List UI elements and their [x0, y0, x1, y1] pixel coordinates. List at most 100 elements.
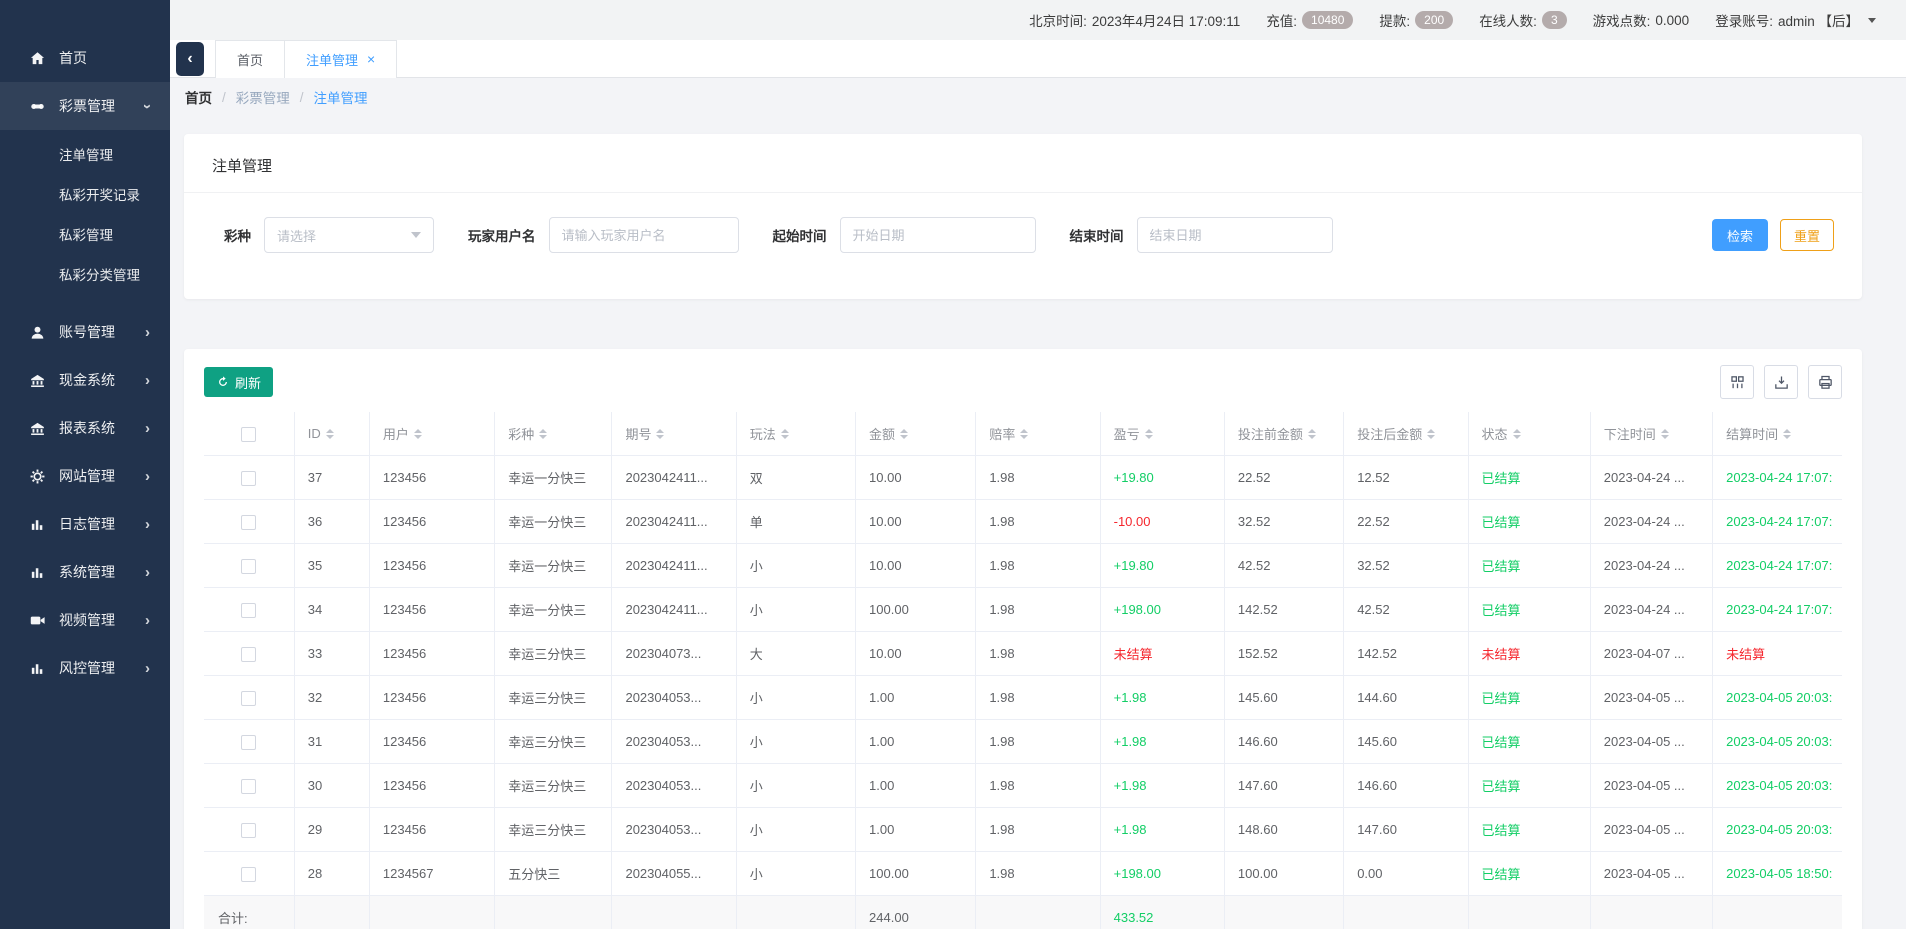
row-checkbox[interactable] — [241, 735, 256, 750]
cell-balance-after: 145.60 — [1344, 720, 1468, 764]
column-header-play[interactable]: 玩法 — [736, 412, 855, 456]
sort-icon[interactable] — [539, 429, 547, 439]
sidebar-item-cash-system[interactable]: 现金系统› — [0, 356, 170, 404]
sort-icon[interactable] — [1427, 429, 1435, 439]
sidebar-subitem-private-lottery-categories[interactable]: 私彩分类管理 — [0, 256, 170, 296]
sidebar-item-log-management[interactable]: 日志管理› — [0, 500, 170, 548]
column-header-status[interactable]: 状态 — [1468, 412, 1590, 456]
sort-icon[interactable] — [1308, 429, 1316, 439]
row-checkbox[interactable] — [241, 647, 256, 662]
time-value: 2023年4月24日 17:09:11 — [1092, 10, 1240, 30]
close-icon[interactable]: × — [367, 51, 375, 67]
sort-icon[interactable] — [414, 429, 422, 439]
row-checkbox[interactable] — [241, 691, 256, 706]
row-checkbox[interactable] — [241, 867, 256, 882]
filter-card: 注单管理 彩种请选择玩家用户名起始时间结束时间 检索 重置 — [184, 134, 1862, 299]
sidebar-item-home[interactable]: 首页 — [0, 34, 170, 82]
row-checkbox[interactable] — [241, 779, 256, 794]
chevron-right-icon: › — [145, 421, 150, 436]
cell-profit: 未结算 — [1100, 632, 1224, 676]
sidebar-item-video-management[interactable]: 视频管理› — [0, 596, 170, 644]
cell-settle-time: 2023-04-24 17:07: — [1713, 456, 1842, 500]
column-header-profit[interactable]: 盈亏 — [1100, 412, 1224, 456]
lottery-type-select[interactable]: 请选择 — [264, 217, 434, 253]
columns-button[interactable] — [1720, 365, 1754, 399]
search-button[interactable]: 检索 — [1712, 219, 1768, 251]
sidebar-subitem-private-draw-records[interactable]: 私彩开奖记录 — [0, 176, 170, 216]
tab-home[interactable]: 首页 — [215, 40, 285, 78]
sidebar-subitem-private-lottery-management[interactable]: 私彩管理 — [0, 216, 170, 256]
sort-icon[interactable] — [1661, 429, 1669, 439]
cell-balance-before: 148.60 — [1224, 808, 1343, 852]
column-header-odds[interactable]: 赔率 — [976, 412, 1100, 456]
row-checkbox[interactable] — [241, 603, 256, 618]
account-menu[interactable]: 登录账号:admin 【后】 — [1715, 10, 1876, 30]
row-checkbox-cell — [204, 500, 294, 544]
cell-balance-after: 142.52 — [1344, 632, 1468, 676]
breadcrumb-item[interactable]: 首页 — [185, 87, 212, 107]
sort-icon[interactable] — [1513, 429, 1521, 439]
cell-issue: 2023042411... — [612, 588, 736, 632]
table-header-row: ID用户彩种期号玩法金额赔率盈亏投注前金额 投注后金额状态下注时间结算时间 — [204, 412, 1842, 456]
table-row: 35123456幸运一分快三2023042411...小10.001.98+19… — [204, 544, 1842, 588]
column-header-amount[interactable]: 金额 — [856, 412, 976, 456]
row-checkbox[interactable] — [241, 515, 256, 530]
column-header-bet-time[interactable]: 下注时间 — [1590, 412, 1712, 456]
sidebar-item-system-management[interactable]: 系统管理› — [0, 548, 170, 596]
start-time-input[interactable] — [840, 217, 1036, 253]
breadcrumb-item[interactable]: 注单管理 — [314, 87, 368, 107]
sort-icon[interactable] — [1783, 429, 1791, 439]
filter-group-player-username: 玩家用户名 — [468, 217, 739, 253]
cell-settle-time: 2023-04-05 18:50: — [1713, 852, 1842, 896]
sort-icon[interactable] — [1145, 429, 1153, 439]
sort-icon[interactable] — [900, 429, 908, 439]
end-time-input[interactable] — [1137, 217, 1333, 253]
column-header-issue[interactable]: 期号 — [612, 412, 736, 456]
sidebar-menu: 首页彩票管理›注单管理私彩开奖记录私彩管理私彩分类管理账号管理›现金系统›报表系… — [0, 0, 170, 692]
sidebar-item-label: 报表系统 — [59, 418, 145, 438]
chevron-right-icon: › — [145, 613, 150, 628]
cell-lottery: 幸运三分快三 — [495, 764, 612, 808]
filter-form: 彩种请选择玩家用户名起始时间结束时间 检索 重置 — [184, 193, 1862, 299]
cell-balance-before: 100.00 — [1224, 852, 1343, 896]
export-button[interactable] — [1764, 365, 1798, 399]
sidebar-item-site-management[interactable]: 网站管理› — [0, 452, 170, 500]
cell-issue: 2023042411... — [612, 544, 736, 588]
sort-icon[interactable] — [1020, 429, 1028, 439]
player-username-input[interactable] — [549, 217, 739, 253]
cell-settle-time: 2023-04-24 17:07: — [1713, 544, 1842, 588]
tab-order-management[interactable]: 注单管理× — [284, 40, 397, 78]
sidebar-item-label: 网站管理 — [59, 466, 145, 486]
column-header-lottery[interactable]: 彩种 — [495, 412, 612, 456]
cell-id: 36 — [294, 500, 369, 544]
select-all-checkbox[interactable] — [241, 427, 256, 442]
sort-icon[interactable] — [326, 429, 334, 439]
sidebar-item-report-system[interactable]: 报表系统› — [0, 404, 170, 452]
print-button[interactable] — [1808, 365, 1842, 399]
refresh-button[interactable]: 刷新 — [204, 367, 273, 397]
row-checkbox[interactable] — [241, 823, 256, 838]
sidebar-item-account-management[interactable]: 账号管理› — [0, 308, 170, 356]
total-empty-cell — [1713, 896, 1842, 929]
sidebar-item-risk-management[interactable]: 风控管理› — [0, 644, 170, 692]
tab-bar: ‹ 首页注单管理× — [170, 40, 1906, 78]
sidebar-item-lottery-management[interactable]: 彩票管理› — [0, 82, 170, 130]
sort-icon[interactable] — [656, 429, 664, 439]
column-header-balance-after[interactable]: 投注后金额 — [1344, 412, 1468, 456]
column-label: 投注前金额 — [1238, 424, 1303, 443]
sidebar-collapse-button[interactable]: ‹ — [176, 42, 204, 76]
row-checkbox[interactable] — [241, 559, 256, 574]
sidebar-item-label: 彩票管理 — [59, 96, 145, 116]
column-header-balance-before[interactable]: 投注前金额 — [1224, 412, 1343, 456]
row-checkbox[interactable] — [241, 471, 256, 486]
column-header-settle-time[interactable]: 结算时间 — [1713, 412, 1842, 456]
breadcrumb-item[interactable]: 彩票管理 — [236, 87, 290, 107]
cell-issue: 202304053... — [612, 764, 736, 808]
cell-status: 已结算 — [1468, 764, 1590, 808]
sort-icon[interactable] — [781, 429, 789, 439]
cell-lottery: 幸运三分快三 — [495, 676, 612, 720]
reset-button[interactable]: 重置 — [1780, 219, 1834, 251]
sidebar-subitem-order-management[interactable]: 注单管理 — [0, 136, 170, 176]
column-header-id[interactable]: ID — [294, 412, 369, 456]
column-header-user[interactable]: 用户 — [369, 412, 494, 456]
